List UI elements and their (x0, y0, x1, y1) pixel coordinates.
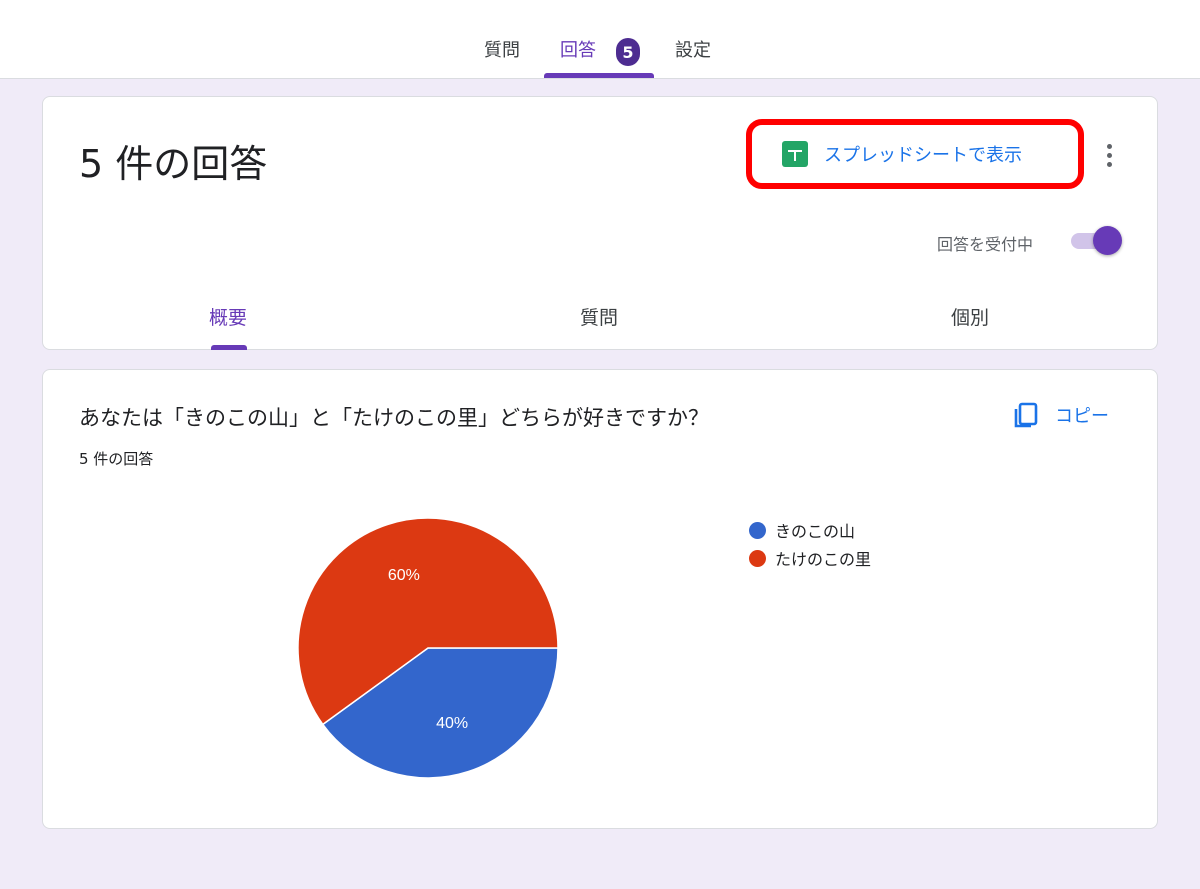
copy-icon (1014, 402, 1038, 428)
active-tab-indicator (544, 73, 654, 78)
tab-questions[interactable]: 質問 (484, 36, 520, 66)
responses-summary-card: 5 件の回答 スプレッドシートで表示 回答を受付中 概要 質問 個別 (42, 96, 1158, 350)
chart-legend: きのこの山たけのこの里 (749, 516, 871, 572)
pie-data-label-1: 40% (436, 715, 468, 732)
view-in-sheets-label: スプレッドシートで表示 (824, 145, 1022, 166)
sheets-icon (782, 141, 808, 167)
tab-individual[interactable]: 個別 (951, 303, 989, 330)
legend-label: きのこの山 (775, 522, 856, 541)
legend-item-2: たけのこの里 (749, 544, 871, 572)
legend-swatch (749, 521, 766, 539)
active-subtab-indicator (211, 345, 247, 350)
toggle-thumb (1093, 226, 1122, 255)
view-in-sheets-button[interactable]: スプレッドシートで表示 (755, 127, 1075, 181)
question-response-count: 5 件の回答 (79, 450, 154, 468)
accepting-responses-label: 回答を受付中 (937, 235, 1034, 254)
top-nav-bar: 質問 回答 5 設定 (0, 0, 1200, 79)
pie-data-label-2: 60% (388, 567, 420, 584)
question-title: あなたは「きのこの山」と「たけのこの里」どちらが好きですか？ (79, 406, 709, 430)
copy-label: コピー (1055, 406, 1109, 427)
legend-swatch (749, 549, 766, 567)
tab-settings[interactable]: 設定 (675, 36, 711, 66)
tab-overview[interactable]: 概要 (209, 303, 247, 330)
more-options-icon[interactable] (1097, 141, 1121, 171)
copy-chart-button[interactable]: コピー (1011, 398, 1109, 432)
question-summary-card: あなたは「きのこの山」と「たけのこの里」どちらが好きですか？ 5 件の回答 コピ… (42, 369, 1158, 829)
legend-label: たけのこの里 (775, 550, 872, 569)
page-title: 5 件の回答 (79, 142, 268, 186)
responses-count-badge: 5 (616, 38, 640, 66)
accepting-responses-toggle[interactable] (1067, 225, 1123, 255)
legend-item-1: きのこの山 (749, 516, 871, 544)
pie-chart: 40% 60% (297, 517, 559, 779)
tab-responses[interactable]: 回答 (560, 36, 596, 66)
tab-question[interactable]: 質問 (580, 303, 618, 330)
